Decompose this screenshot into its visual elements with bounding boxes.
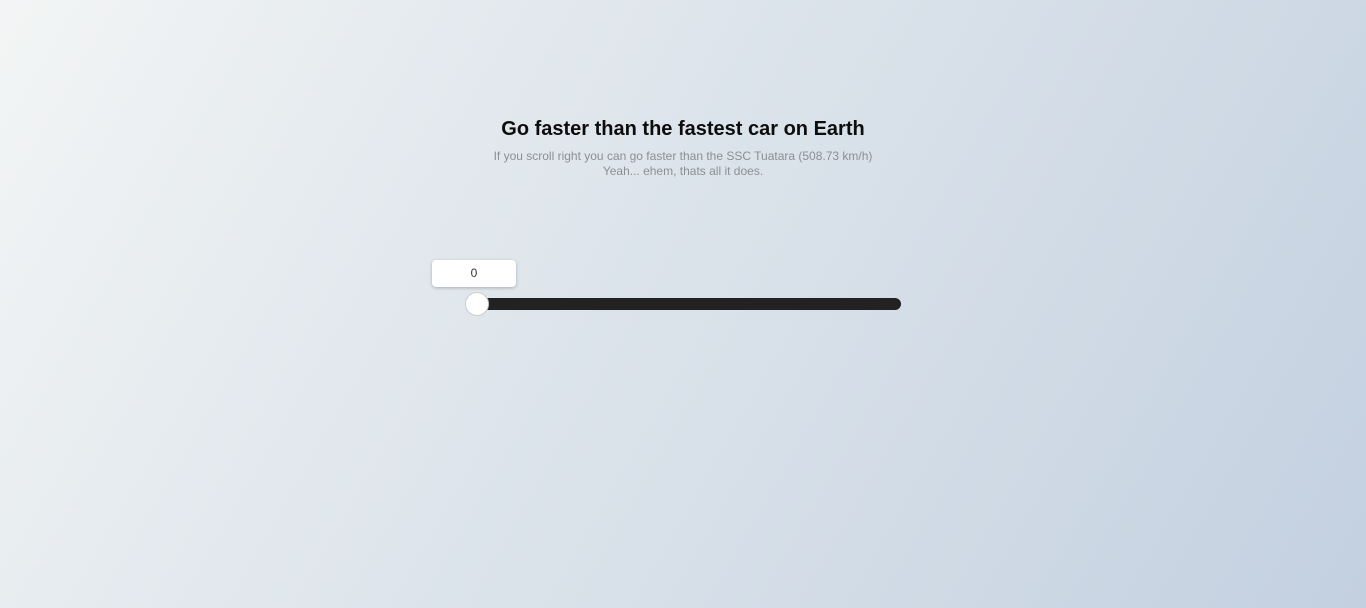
page-title: Go faster than the fastest car on Earth [501, 118, 865, 140]
subtitle: If you scroll right you can go faster th… [493, 149, 873, 163]
speed-value-display: 0 [432, 260, 516, 287]
subtitle-note: Yeah... ehem, thats all it does. [602, 164, 764, 178]
speed-slider-track[interactable] [468, 298, 901, 310]
speed-slider-handle[interactable] [465, 292, 489, 316]
